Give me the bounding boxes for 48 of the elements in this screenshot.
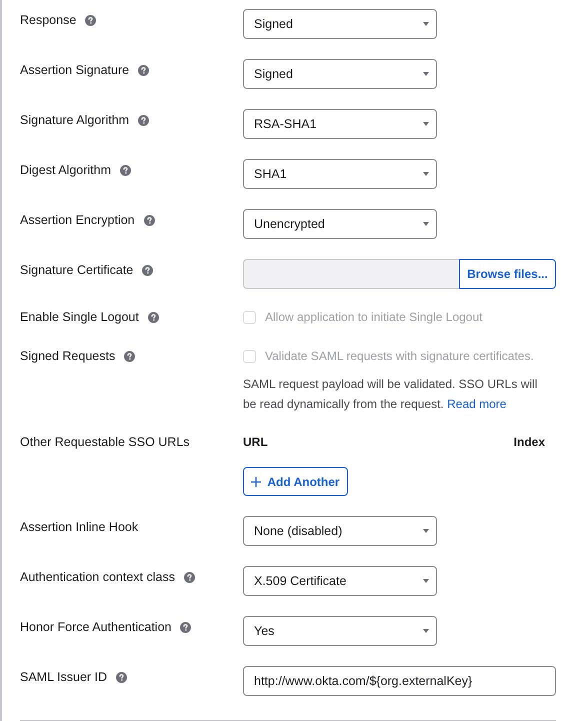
help-icon[interactable] xyxy=(142,264,154,276)
select-dropdown[interactable]: SHA1 xyxy=(243,159,437,189)
field-label: Signature Certificate xyxy=(20,262,134,279)
help-icon[interactable] xyxy=(180,622,192,632)
caret-icon xyxy=(423,529,429,533)
field-label: Digest Algorithm xyxy=(20,162,112,179)
column-header: URL xyxy=(243,434,268,451)
field-label: Authentication context class xyxy=(20,568,175,586)
caret-icon xyxy=(423,72,429,76)
add-another-button[interactable]: Add Another xyxy=(243,467,348,496)
select-dropdown[interactable]: X.509 Certificate xyxy=(243,566,437,596)
help-icon[interactable] xyxy=(85,14,96,26)
caret-icon xyxy=(423,122,429,126)
select-dropdown[interactable]: RSA-SHA1 xyxy=(243,109,437,139)
select-dropdown[interactable]: Signed xyxy=(243,9,437,39)
caret-icon xyxy=(423,629,429,633)
caret-icon xyxy=(423,22,429,26)
checkbox-label: Validate SAML requests with signature certificates. xyxy=(265,348,534,365)
help-icon[interactable] xyxy=(138,114,150,126)
file-path-field[interactable] xyxy=(243,259,459,289)
caret-icon xyxy=(423,172,429,176)
help-icon[interactable] xyxy=(116,672,128,682)
input-field[interactable]: http://www.okta.com/${org.externalKey} xyxy=(243,666,556,696)
plus-icon xyxy=(251,476,262,486)
field-label: Signed Requests xyxy=(20,348,116,365)
field-label: Honor Force Authentication xyxy=(20,618,172,636)
select-dropdown[interactable]: Signed xyxy=(243,59,437,89)
field-label: Assertion Encryption xyxy=(20,212,135,229)
column-header: Index xyxy=(514,434,545,451)
select-dropdown[interactable]: Yes xyxy=(243,616,437,646)
caret-icon xyxy=(423,222,429,226)
help-icon[interactable] xyxy=(184,572,195,582)
field-label: Assertion Signature xyxy=(20,62,130,79)
field-label: Assertion Inline Hook xyxy=(20,518,138,536)
caret-icon xyxy=(423,579,429,583)
help-icon[interactable] xyxy=(120,164,132,176)
select-dropdown[interactable]: Unencrypted xyxy=(243,209,437,239)
checkbox-label: Allow application to initiate Single Logout xyxy=(265,309,482,326)
help-text: SAML request payload will be validated. SSO URLs will be read dynamically from the request. Read more xyxy=(243,376,538,413)
field-label: SAML Issuer ID xyxy=(20,668,108,686)
field-label: Response xyxy=(20,12,76,29)
help-icon[interactable] xyxy=(144,214,155,226)
field-label: Enable Single Logout xyxy=(20,308,139,326)
browse-files-button[interactable]: Browse files... xyxy=(459,259,556,289)
help-icon[interactable] xyxy=(138,64,150,76)
select-dropdown[interactable]: None (disabled) xyxy=(243,516,437,546)
field-label: Other Requestable SSO URLs xyxy=(20,434,190,451)
field-label: Signature Algorithm xyxy=(20,112,130,129)
